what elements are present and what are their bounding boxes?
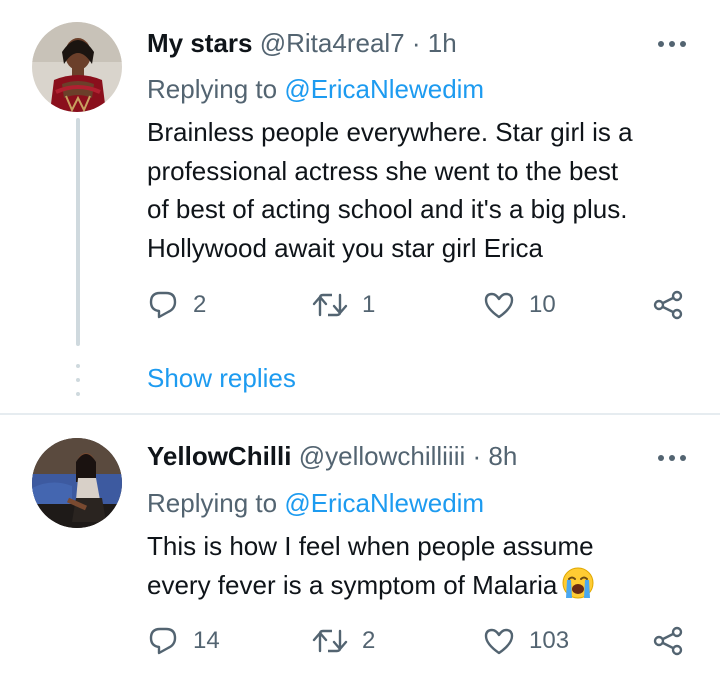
reply-count: 2 — [193, 291, 207, 318]
avatar[interactable] — [32, 22, 122, 112]
tweet-reply-1[interactable]: My stars @Rita4real7 · 1h Replying to @E… — [0, 0, 720, 414]
timestamp[interactable]: 8h — [488, 441, 517, 471]
avatar-image — [32, 22, 122, 112]
share-nodes-icon — [653, 626, 683, 656]
tweet-text-line: every fever is a symptom of Malaria — [147, 566, 692, 605]
avatar[interactable] — [32, 438, 122, 528]
retweet-button[interactable]: 1 — [312, 285, 375, 325]
retweet-count: 1 — [362, 291, 376, 318]
avatar-image — [32, 438, 122, 528]
tweet-header: YellowChilli @yellowchilliiii · 8h — [147, 440, 517, 472]
share-nodes-icon — [653, 290, 683, 320]
tweet-text-line: of best of acting school and it's a big … — [147, 194, 628, 224]
mention-link[interactable]: @EricaNlewedim — [284, 488, 484, 518]
retweet-button[interactable]: 2 — [312, 621, 375, 661]
share-button[interactable] — [652, 285, 684, 325]
replying-to-label: Replying to — [147, 74, 278, 104]
tweet-header: My stars @Rita4real7 · 1h — [147, 27, 457, 59]
tweet-text-line: Brainless people everywhere. Star girl i… — [147, 117, 633, 147]
more-options-button[interactable] — [656, 450, 688, 466]
more-options-button[interactable] — [656, 36, 688, 52]
tweet-text-line: This is how I feel when people assume — [147, 531, 594, 561]
thread-dots — [76, 362, 80, 398]
display-name[interactable]: YellowChilli — [147, 441, 291, 471]
tweet-reply-2[interactable]: YellowChilli @yellowchilliiii · 8h Reply… — [0, 416, 720, 688]
mention-link[interactable]: @EricaNlewedim — [284, 74, 484, 104]
speech-bubble-icon — [149, 291, 177, 319]
retweet-arrows-icon — [312, 293, 348, 317]
tweet-text-line: Hollywood await you star girl Erica — [147, 232, 543, 263]
speech-bubble-icon — [149, 627, 177, 655]
timestamp[interactable]: 1h — [428, 28, 457, 58]
tweet-text: This is how I feel when people assume ev… — [147, 527, 692, 604]
divider — [0, 413, 720, 415]
tweet-text-line: professional actress she went to the bes… — [147, 155, 619, 186]
replying-to: Replying to @EricaNlewedim — [147, 73, 484, 105]
heart-icon — [484, 292, 514, 319]
user-handle[interactable]: @yellowchilliiii — [299, 441, 466, 471]
three-dots-icon — [658, 455, 686, 461]
separator: · — [472, 441, 482, 471]
heart-icon — [484, 628, 514, 655]
like-count: 103 — [529, 627, 570, 654]
share-button[interactable] — [652, 621, 684, 661]
like-button[interactable]: 103 — [483, 621, 569, 661]
three-dots-icon — [658, 41, 686, 47]
show-replies-link[interactable]: Show replies — [147, 361, 296, 395]
replying-to-label: Replying to — [147, 488, 278, 518]
reply-count: 14 — [193, 627, 220, 654]
thread-line — [76, 118, 80, 346]
like-count: 10 — [529, 291, 556, 318]
loudly-crying-face-icon — [562, 567, 594, 598]
like-button[interactable]: 10 — [483, 285, 556, 325]
retweet-arrows-icon — [312, 629, 348, 653]
tweet-text: Brainless people everywhere. Star girl i… — [147, 113, 692, 267]
user-handle[interactable]: @Rita4real7 — [260, 28, 405, 58]
separator: · — [411, 28, 421, 58]
action-bar: 14 2 103 — [147, 621, 692, 661]
replying-to: Replying to @EricaNlewedim — [147, 487, 484, 519]
reply-button[interactable]: 2 — [147, 285, 206, 325]
retweet-count: 2 — [362, 627, 376, 654]
tweet-text-segment: every fever is a symptom of Malaria — [147, 569, 558, 600]
reply-button[interactable]: 14 — [147, 621, 220, 661]
action-bar: 2 1 10 — [147, 285, 692, 325]
display-name[interactable]: My stars — [147, 28, 253, 58]
